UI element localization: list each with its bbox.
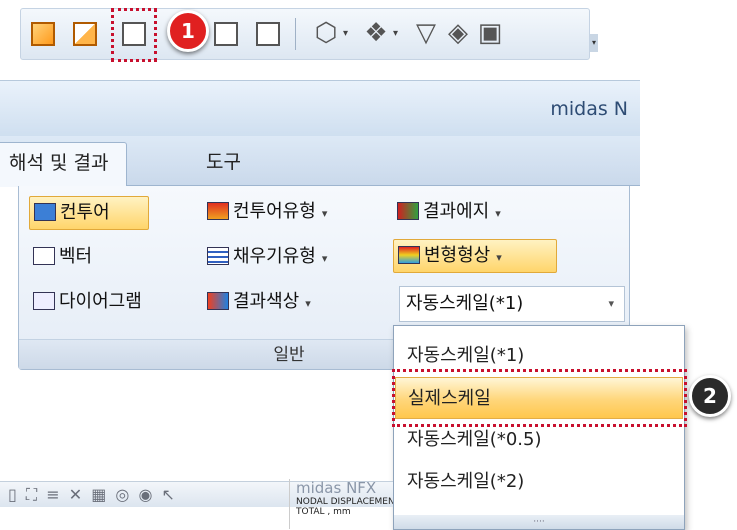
ribbon-tabs: 해석 및 결과 도구 xyxy=(0,136,640,187)
tab-analysis-results[interactable]: 해석 및 결과 xyxy=(0,142,128,187)
wireframe-cube-icon xyxy=(214,22,238,46)
step-badge-2: 2 xyxy=(689,375,731,417)
wireframe-view-button[interactable] xyxy=(209,16,243,52)
tool-icon[interactable]: ✕ xyxy=(69,485,84,504)
solid-cube-icon: ◈ xyxy=(448,18,468,48)
iso-view-dropdown[interactable]: ▾ xyxy=(343,28,348,39)
side-view-button[interactable]: ◈ xyxy=(445,18,471,48)
view-options-dropdown[interactable]: ▾ xyxy=(393,28,398,39)
top-view-button[interactable]: ▣ xyxy=(477,18,503,48)
front-view-button[interactable]: ▽ xyxy=(413,18,439,48)
fill-type-label: 채우기유형 xyxy=(233,246,316,267)
pointer-icon[interactable]: ↖ xyxy=(162,485,177,504)
hidden-line-cube-icon xyxy=(256,22,280,46)
title-bar: midas N xyxy=(0,80,640,136)
dropdown-resize-grip[interactable]: ···· xyxy=(394,515,684,529)
toolbar-overflow-button[interactable]: ▾ xyxy=(590,34,598,52)
toolbar-strip xyxy=(20,8,590,60)
toolbar-separator xyxy=(295,18,296,50)
result-edge-label: 결과에지 xyxy=(423,201,490,222)
annotation-highlight-1 xyxy=(111,8,157,62)
result-component-label: TOTAL , mm xyxy=(296,507,351,517)
chevron-down-icon: ▾ xyxy=(608,297,614,310)
annotation-highlight-2 xyxy=(392,369,687,427)
result-color-label: 결과색상 xyxy=(233,291,300,312)
orbit-icon[interactable]: ◎ xyxy=(115,485,131,504)
shaded-cube-icon xyxy=(31,22,55,46)
result-type-label: NODAL DISPLACEMENT xyxy=(296,497,393,507)
result-color-icon xyxy=(207,292,229,310)
pick-icon[interactable]: ▦ xyxy=(91,485,108,504)
view-options-button[interactable]: ❖ xyxy=(363,18,389,48)
step-badge-1: 1 xyxy=(167,10,209,52)
iso-cube-icon: ⬡ xyxy=(314,18,338,48)
shaded-edge-cube-icon xyxy=(73,22,97,46)
result-color-button[interactable]: 결과색상 ▾ xyxy=(207,286,311,320)
deformed-shape-label: 변형형상 xyxy=(424,245,491,266)
result-edge-button[interactable]: 결과에지 ▾ xyxy=(397,196,501,230)
rotate-icon[interactable]: ◉ xyxy=(138,485,154,504)
nfx-logo: midas NFX xyxy=(296,479,377,497)
deformed-shape-button[interactable]: 변형형상 ▾ xyxy=(393,239,557,273)
fill-type-button[interactable]: 채우기유형 ▾ xyxy=(207,241,327,275)
contour-type-label: 컨투어유형 xyxy=(233,201,316,222)
chevron-down-icon: ▾ xyxy=(305,297,311,310)
view-toolbar: ⬡ ▾ ❖ ▾ ▽ ◈ ▣ ▾ 1 xyxy=(0,0,600,70)
app-title: midas N xyxy=(550,98,628,120)
select-icon[interactable]: ⛶ xyxy=(26,485,39,504)
lower-toolbar-icons: ▯ ⛶ ≡ ✕ ▦ ◎ ◉ ↖ xyxy=(8,485,177,505)
diagram-label: 다이어그램 xyxy=(59,291,142,312)
tab-tools[interactable]: 도구 xyxy=(188,142,259,187)
shaded-view-button[interactable] xyxy=(26,16,60,52)
vector-label: 벡터 xyxy=(59,246,93,267)
diagram-button[interactable]: 다이어그램 xyxy=(33,286,142,320)
scale-dropdown-menu: 자동스케일(*1) 실제스케일 자동스케일(*0.5) 자동스케일(*2) ··… xyxy=(393,325,685,530)
fill-type-icon xyxy=(207,247,229,265)
deformed-shape-icon xyxy=(398,246,420,264)
vector-button[interactable]: 벡터 xyxy=(33,241,92,275)
chevron-down-icon: ▾ xyxy=(321,252,328,265)
deformation-scale-value: 자동스케일(*1) xyxy=(406,293,524,314)
shaded-edge-view-button[interactable] xyxy=(68,16,102,52)
iso-view-button[interactable]: ⬡ xyxy=(313,18,339,48)
frame-cube-icon: ▣ xyxy=(477,18,503,48)
shield-cube-icon: ▽ xyxy=(416,18,436,48)
vector-icon xyxy=(33,247,55,265)
probe-icon[interactable]: ▯ xyxy=(8,485,19,504)
contour-label: 컨투어 xyxy=(60,202,110,223)
contour-type-button[interactable]: 컨투어유형 ▾ xyxy=(207,196,327,230)
contour-icon xyxy=(34,203,56,221)
contour-type-icon xyxy=(207,202,229,220)
lower-toolbar-area: ▯ ⛶ ≡ ✕ ▦ ◎ ◉ ↖ midas NFX NODAL DISPLACE… xyxy=(0,445,393,530)
scale-option-auto-2[interactable]: 자동스케일(*2) xyxy=(395,461,683,503)
hidden-line-view-button[interactable] xyxy=(251,16,285,52)
chevron-down-icon: ▾ xyxy=(495,207,501,220)
align-icon[interactable]: ≡ xyxy=(46,485,61,504)
diagram-icon xyxy=(33,292,55,310)
contour-button[interactable]: 컨투어 xyxy=(29,196,149,230)
deformation-scale-select[interactable]: 자동스케일(*1) ▾ xyxy=(399,286,625,322)
chevron-down-icon: ▾ xyxy=(496,251,502,264)
result-edge-icon xyxy=(397,202,419,220)
grid-cube-icon: ❖ xyxy=(364,18,388,48)
chevron-down-icon: ▾ xyxy=(321,207,328,220)
result-legend: midas NFX NODAL DISPLACEMENT TOTAL , mm xyxy=(289,479,393,529)
